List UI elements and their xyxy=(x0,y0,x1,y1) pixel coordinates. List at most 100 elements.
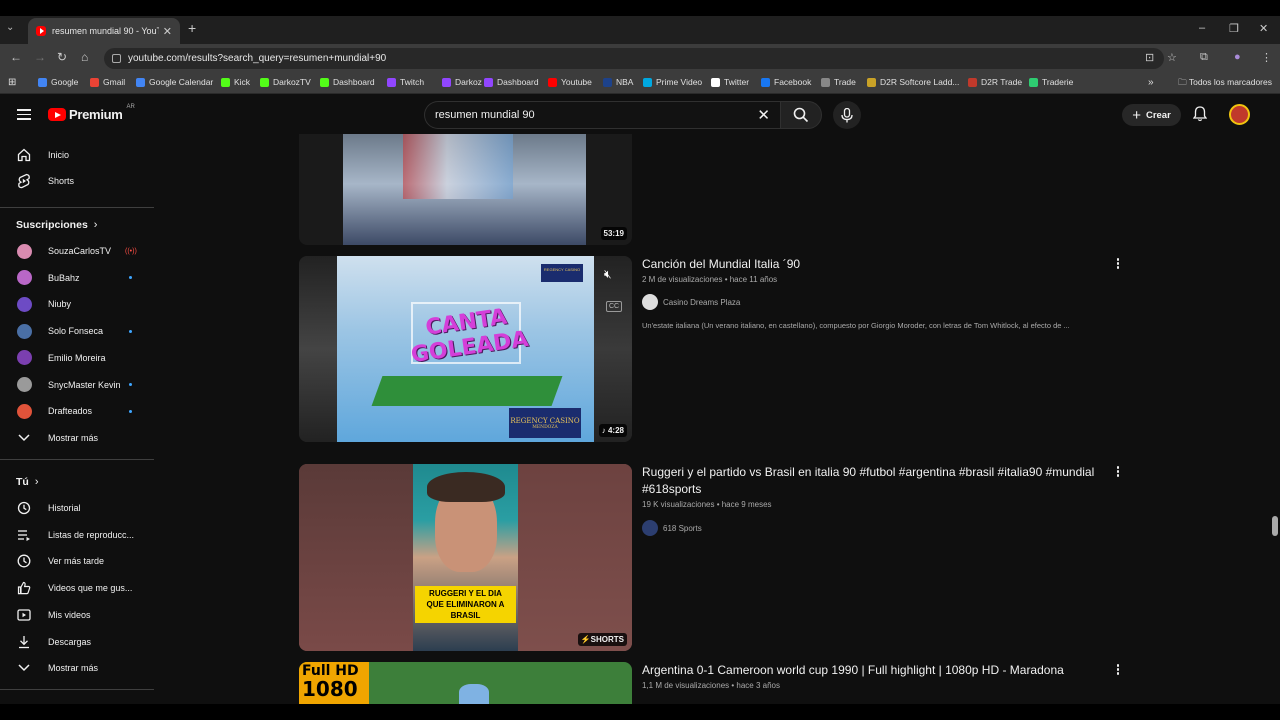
bookmark-favicon-icon xyxy=(548,77,557,87)
create-button[interactable]: + Crear xyxy=(1122,104,1181,126)
sidebar-item-subscription[interactable]: SnycMaster Kevin xyxy=(0,372,154,398)
sidebar-item-you[interactable]: Mis videos xyxy=(0,602,154,628)
subscriptions-title: Suscripciones xyxy=(16,219,88,231)
bookmark-item[interactable]: Darkoz xyxy=(442,77,482,87)
bookmark-label: Prime Video xyxy=(656,77,703,87)
bookmark-item[interactable]: Dashboard xyxy=(320,77,375,87)
bookmark-item[interactable]: Google xyxy=(38,77,78,87)
sidebar-item-you[interactable]: Ver más tarde xyxy=(0,548,154,574)
youtube-premium-logo[interactable]: Premium AR xyxy=(48,104,135,122)
more-actions-icon[interactable] xyxy=(1113,258,1123,270)
sidebar-item-label: Videos que me gus... xyxy=(48,583,133,594)
bookmark-favicon-icon xyxy=(320,77,329,87)
home-browser-icon[interactable]: ⌂ xyxy=(81,50,88,64)
reload-icon[interactable]: ↻ xyxy=(57,50,67,64)
bookmark-item[interactable]: Traderie xyxy=(1029,77,1073,87)
show-more-you[interactable]: Mostrar más xyxy=(0,655,154,681)
maximize-icon[interactable]: ❐ xyxy=(1229,22,1239,35)
voice-search-button[interactable] xyxy=(833,101,861,129)
sidebar-item-you[interactable]: Descargas xyxy=(0,629,154,655)
video-title[interactable]: Argentina 0-1 Cameroon world cup 1990 | … xyxy=(642,662,1112,679)
sidebar-item-subscription[interactable]: Emilio Moreira xyxy=(0,345,154,371)
sidebar-item-shorts[interactable]: Shorts xyxy=(0,168,154,194)
notifications-bell-icon[interactable] xyxy=(1193,106,1207,122)
video-thumbnail[interactable]: RUGGERI Y EL DIA QUE ELIMINARON A BRASIL… xyxy=(299,464,632,651)
all-bookmarks[interactable]: 🗀 Todos los marcadores xyxy=(1178,77,1272,91)
video-title[interactable]: Ruggeri y el partido vs Brasil en italia… xyxy=(642,464,1112,498)
sidebar-item-you[interactable]: Listas de reproducc... xyxy=(0,522,154,548)
bookmark-item[interactable]: DarkozTV xyxy=(260,77,311,87)
sidebar-item-you[interactable]: Historial xyxy=(0,495,154,521)
bookmarks-overflow-icon[interactable]: » xyxy=(1148,77,1154,88)
search-input[interactable]: resumen mundial 90 ✕ xyxy=(424,101,780,129)
show-more-subscriptions[interactable]: Mostrar más xyxy=(0,425,154,451)
account-avatar[interactable] xyxy=(1229,104,1250,125)
you-header[interactable]: Tú › xyxy=(16,476,39,488)
video-thumbnail[interactable]: Full HD 1080 xyxy=(299,662,632,704)
install-app-icon[interactable]: ⊡ xyxy=(1145,51,1154,64)
page-scrollbar[interactable] xyxy=(1270,96,1280,710)
more-actions-icon[interactable] xyxy=(1113,664,1123,676)
video-thumbnail[interactable]: 53:19 xyxy=(299,134,632,245)
browser-menu-icon[interactable]: ⋮ xyxy=(1261,51,1272,64)
screen-bottom-bar xyxy=(0,704,1280,720)
bookmark-favicon-icon xyxy=(260,77,269,87)
search-button[interactable] xyxy=(780,101,822,129)
url-bar[interactable]: youtube.com/results?search_query=resumen… xyxy=(104,48,1164,69)
playlists-icon xyxy=(16,527,32,543)
bookmark-item[interactable]: Google Calendar xyxy=(136,77,213,87)
tab-close-icon[interactable]: ✕ xyxy=(163,25,172,38)
video-thumbnail[interactable]: CANTA GOLEADA REGENCY CASINO REGENCY CAS… xyxy=(299,256,632,442)
minimize-icon[interactable]: – xyxy=(1199,22,1205,34)
bookmark-item[interactable]: D2R Trade xyxy=(968,77,1022,87)
sidebar-item-subscription[interactable]: SouzaCarlosTV ((•)) xyxy=(0,238,154,264)
bookmark-item[interactable]: Dashboard xyxy=(484,77,539,87)
shorts-badge: ⚡SHORTS xyxy=(577,633,627,646)
profile-icon[interactable]: ● xyxy=(1234,51,1241,63)
channel-link[interactable]: 618 Sports xyxy=(642,520,702,536)
new-tab-icon[interactable]: + xyxy=(188,20,196,36)
sidebar-item-label: Shorts xyxy=(48,176,75,186)
show-more-label: Mostrar más xyxy=(48,433,99,443)
mute-icon[interactable]: 🔇︎ xyxy=(604,267,612,282)
bookmark-item[interactable]: Trade xyxy=(821,77,856,87)
captions-icon[interactable]: CC xyxy=(606,301,623,312)
sidebar-item-subscription[interactable]: Niuby xyxy=(0,291,154,317)
back-icon[interactable]: ← xyxy=(10,50,22,64)
bookmark-item[interactable]: Facebook xyxy=(761,77,811,87)
channel-avatar xyxy=(16,323,32,339)
sidebar-item-subscription[interactable]: BuBahz xyxy=(0,265,154,291)
site-info-icon[interactable] xyxy=(112,54,121,63)
bookmark-item[interactable]: NBA xyxy=(603,77,633,87)
bookmark-item[interactable]: Gmail xyxy=(90,77,125,87)
browser-tab-youtube[interactable]: resumen mundial 90 - YouTube ✕ xyxy=(28,18,180,44)
forward-icon[interactable]: → xyxy=(34,50,46,64)
tab-search-icon[interactable]: ⌄ xyxy=(6,22,14,33)
bookmark-item[interactable]: Twitter xyxy=(711,77,749,87)
window-close-icon[interactable]: ✕ xyxy=(1259,22,1268,35)
bookmark-label: Dashboard xyxy=(333,77,375,87)
video-title[interactable]: Canción del Mundial Italia ´90 xyxy=(642,256,1112,273)
bookmark-item[interactable]: D2R Softcore Ladd... xyxy=(867,77,959,87)
sidebar-item-inicio[interactable]: Inicio xyxy=(0,142,154,168)
sidebar-item-subscription[interactable]: Solo Fonseca xyxy=(0,318,154,344)
bookmark-star-icon[interactable]: ☆ xyxy=(1167,51,1177,64)
channel-link[interactable]: Casino Dreams Plaza xyxy=(642,294,740,310)
more-actions-icon[interactable] xyxy=(1113,466,1123,478)
extensions-icon[interactable]: ⧉ xyxy=(1200,51,1208,64)
apps-grid-icon[interactable]: ⊞ xyxy=(8,77,16,88)
channel-avatar xyxy=(16,296,32,312)
subscriptions-header[interactable]: Suscripciones › xyxy=(16,219,97,231)
bookmark-item[interactable]: Prime Video xyxy=(643,77,702,87)
hamburger-menu-icon[interactable] xyxy=(17,109,31,120)
bookmark-item[interactable]: Kick xyxy=(221,77,250,87)
bookmark-item[interactable]: Youtube xyxy=(548,77,592,87)
screen-top-bar xyxy=(0,0,1280,16)
bookmark-item[interactable]: Twitch xyxy=(387,77,424,87)
sidebar-item-subscription[interactable]: Drafteados xyxy=(0,398,154,424)
sidebar-item-you[interactable]: Videos que me gus... xyxy=(0,575,154,601)
clear-search-icon[interactable]: ✕ xyxy=(757,106,770,124)
new-content-dot xyxy=(129,409,132,413)
scrollbar-thumb[interactable] xyxy=(1272,516,1278,536)
sidebar-divider xyxy=(0,459,154,460)
